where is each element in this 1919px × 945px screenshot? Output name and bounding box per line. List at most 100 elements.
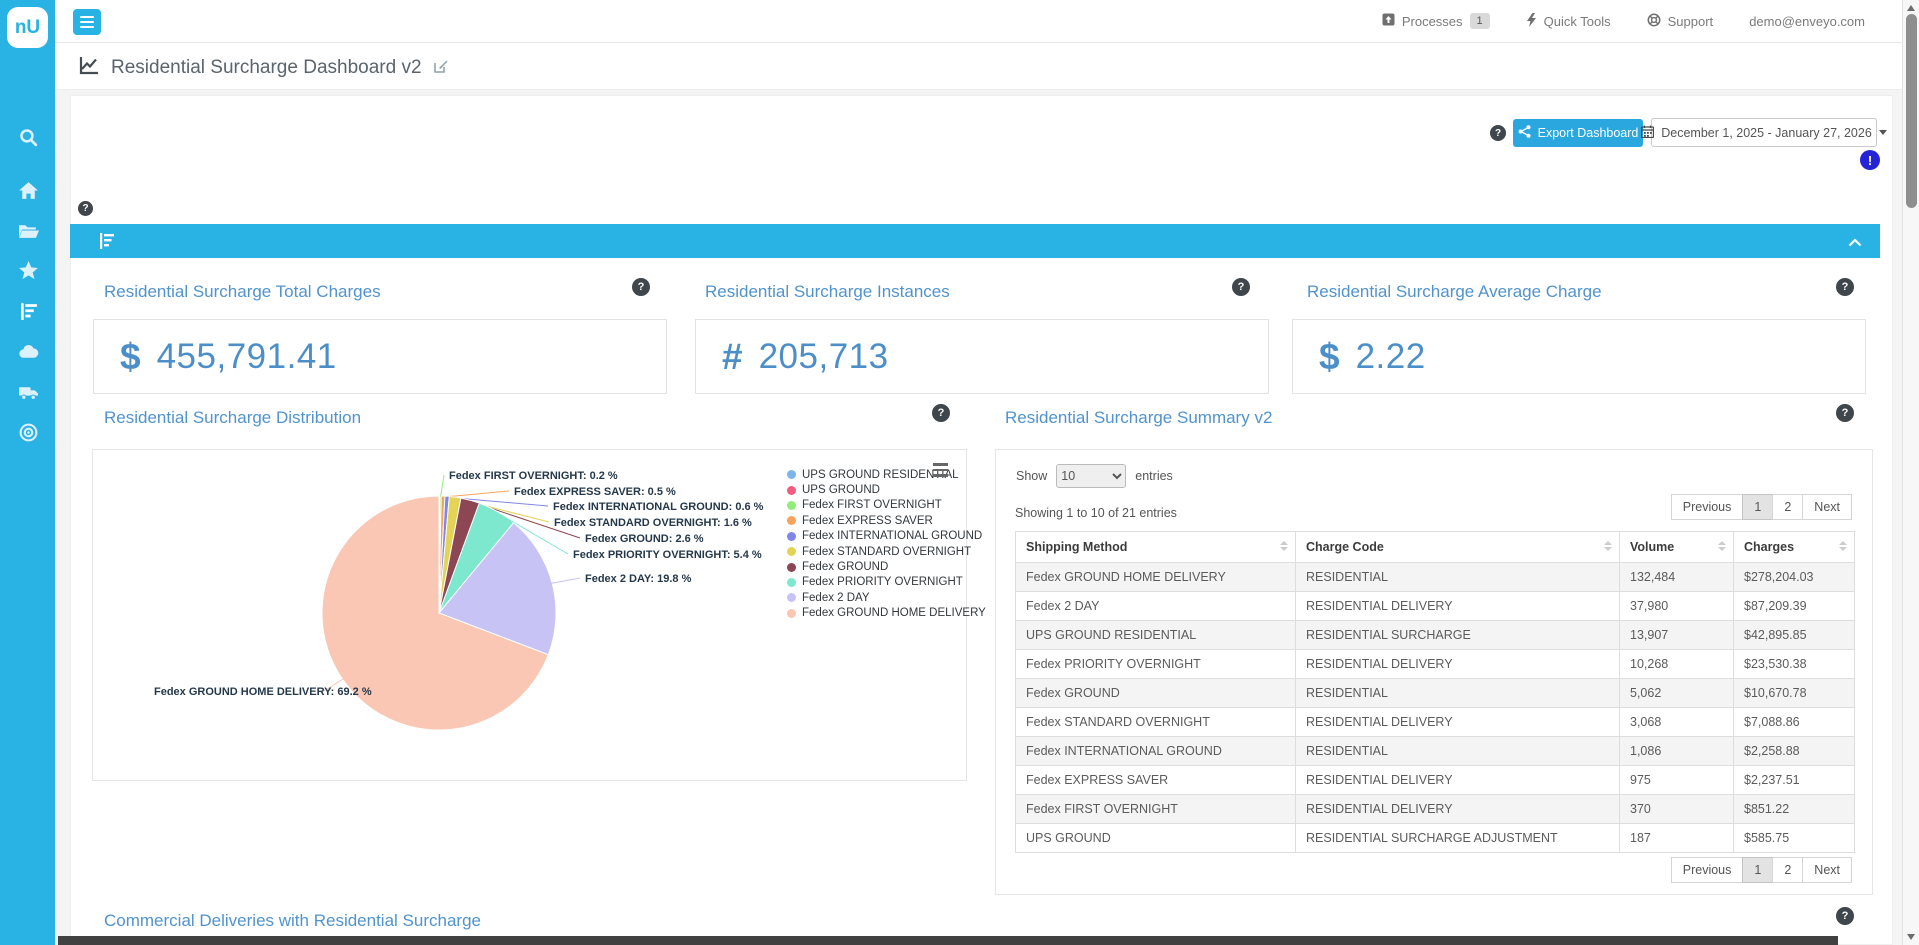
vertical-scrollbar[interactable] <box>1902 0 1919 945</box>
pagination-top: Previous12Next <box>1672 494 1852 520</box>
alert-badge[interactable]: ! <box>1860 150 1880 170</box>
chevron-up-icon[interactable] <box>1848 234 1862 252</box>
legend-item[interactable]: Fedex GROUND <box>787 559 986 574</box>
table-cell: Fedex GROUND <box>1016 679 1296 708</box>
table-cell: 975 <box>1620 766 1734 795</box>
pagination-page-button[interactable]: 1 <box>1742 857 1773 883</box>
pagination-next-button[interactable]: Next <box>1802 494 1852 520</box>
pagination-page-button[interactable]: 2 <box>1772 857 1803 883</box>
table-cell: Fedex FIRST OVERNIGHT <box>1016 795 1296 824</box>
processes-badge: 1 <box>1470 13 1490 29</box>
user-email[interactable]: demo@enveyo.com <box>1749 14 1865 29</box>
legend-label: Fedex GROUND HOME DELIVERY <box>802 607 986 619</box>
kpi-help-icon[interactable]: ? <box>632 278 650 296</box>
page-size-select[interactable]: 10 <box>1056 464 1126 488</box>
sidebar-toggle-button[interactable] <box>73 9 101 35</box>
pagination-previous-button[interactable]: Previous <box>1671 494 1744 520</box>
summary-table: Shipping MethodCharge CodeVolumeChargesF… <box>1015 531 1855 853</box>
processes-menu[interactable]: Processes 1 <box>1382 13 1490 29</box>
edit-icon[interactable] <box>434 59 448 78</box>
table-cell: 10,268 <box>1620 650 1734 679</box>
legend-bullet-icon <box>787 593 796 602</box>
table-row[interactable]: Fedex INTERNATIONAL GROUNDRESIDENTIAL1,0… <box>1016 737 1855 766</box>
legend-bullet-icon <box>787 547 796 556</box>
column-header[interactable]: Volume <box>1620 532 1734 563</box>
table-cell: Fedex GROUND HOME DELIVERY <box>1016 563 1296 592</box>
legend-bullet-icon <box>787 609 796 618</box>
quick-tools-menu[interactable]: Quick Tools <box>1526 13 1611 30</box>
pie-data-label: Fedex GROUND HOME DELIVERY: 69.2 % <box>154 686 372 698</box>
legend-item[interactable]: Fedex PRIORITY OVERNIGHT <box>787 575 986 590</box>
table-row[interactable]: Fedex PRIORITY OVERNIGHTRESIDENTIAL DELI… <box>1016 650 1855 679</box>
table-row[interactable]: UPS GROUNDRESIDENTIAL SURCHARGE ADJUSTME… <box>1016 824 1855 853</box>
chart-legend: UPS GROUND RESIDENTIALUPS GROUNDFedex FI… <box>787 467 986 621</box>
star-icon[interactable] <box>17 259 39 281</box>
pie-label-connector <box>441 475 445 497</box>
table-row[interactable]: Fedex 2 DAYRESIDENTIAL DELIVERY37,980$87… <box>1016 592 1855 621</box>
pagination-next-button[interactable]: Next <box>1802 857 1852 883</box>
kpi-help-icon[interactable]: ? <box>1836 278 1854 296</box>
pagination-page-button[interactable]: 2 <box>1772 494 1803 520</box>
legend-item[interactable]: Fedex INTERNATIONAL GROUND <box>787 529 986 544</box>
bottom-section-help-icon[interactable]: ? <box>1836 907 1854 925</box>
top-nav: Processes 1 Quick Tools Support demo@env… <box>1382 0 1865 42</box>
legend-item[interactable]: Fedex EXPRESS SAVER <box>787 513 986 528</box>
table-cell: Fedex INTERNATIONAL GROUND <box>1016 737 1296 766</box>
table-row[interactable]: Fedex EXPRESS SAVERRESIDENTIAL DELIVERY9… <box>1016 766 1855 795</box>
legend-label: Fedex STANDARD OVERNIGHT <box>802 546 971 558</box>
date-range-picker[interactable]: December 1, 2025 - January 27, 2026 <box>1651 118 1877 147</box>
cloud-icon[interactable] <box>17 340 39 362</box>
export-dashboard-button[interactable]: Export Dashboard <box>1513 119 1643 147</box>
table-cell: 187 <box>1620 824 1734 853</box>
legend-bullet-icon <box>787 470 796 479</box>
support-menu[interactable]: Support <box>1647 13 1714 30</box>
table-row[interactable]: UPS GROUND RESIDENTIALRESIDENTIAL SURCHA… <box>1016 621 1855 650</box>
table-cell: $278,204.03 <box>1734 563 1855 592</box>
scroll-up-icon[interactable] <box>1907 5 1915 11</box>
legend-item[interactable]: UPS GROUND <box>787 482 986 497</box>
summary-help-icon[interactable]: ? <box>1836 404 1854 422</box>
column-header[interactable]: Charges <box>1734 532 1855 563</box>
legend-bullet-icon <box>787 578 796 587</box>
chart-menu-button[interactable] <box>933 463 948 477</box>
kpi-help-icon[interactable]: ? <box>1232 278 1250 296</box>
legend-item[interactable]: Fedex FIRST OVERNIGHT <box>787 498 986 513</box>
table-row[interactable]: Fedex FIRST OVERNIGHTRESIDENTIAL DELIVER… <box>1016 795 1855 824</box>
legend-item[interactable]: Fedex STANDARD OVERNIGHT <box>787 544 986 559</box>
pagination-previous-button[interactable]: Previous <box>1671 857 1744 883</box>
pagination-page-button[interactable]: 1 <box>1742 494 1773 520</box>
truck-icon[interactable] <box>17 381 39 403</box>
dashboard-help-icon[interactable]: ? <box>1490 125 1506 141</box>
kpi-value: 455,791.41 <box>157 337 337 377</box>
bottom-section-title: Commercial Deliveries with Residential S… <box>104 911 481 931</box>
column-header[interactable]: Shipping Method <box>1016 532 1296 563</box>
pie-data-label: Fedex STANDARD OVERNIGHT: 1.6 % <box>554 517 752 529</box>
table-row[interactable]: Fedex GROUND HOME DELIVERYRESIDENTIAL132… <box>1016 563 1855 592</box>
column-header[interactable]: Charge Code <box>1296 532 1620 563</box>
scroll-down-icon[interactable] <box>1907 934 1915 940</box>
distribution-chart: Fedex FIRST OVERNIGHT: 0.2 %Fedex EXPRES… <box>92 449 967 781</box>
legend-item[interactable]: UPS GROUND RESIDENTIAL <box>787 467 986 482</box>
legend-bullet-icon <box>787 501 796 510</box>
search-icon[interactable] <box>17 126 39 148</box>
date-range-value: December 1, 2025 - January 27, 2026 <box>1661 126 1872 140</box>
vertical-scroll-thumb[interactable] <box>1906 14 1917 208</box>
table-row[interactable]: Fedex STANDARD OVERNIGHTRESIDENTIAL DELI… <box>1016 708 1855 737</box>
bullseye-icon[interactable] <box>17 421 39 443</box>
table-cell: RESIDENTIAL <box>1296 737 1620 766</box>
table-row[interactable]: Fedex GROUNDRESIDENTIAL5,062$10,670.78 <box>1016 679 1855 708</box>
bar-chart-icon[interactable] <box>17 300 39 322</box>
legend-item[interactable]: Fedex 2 DAY <box>787 590 986 605</box>
table-cell: 370 <box>1620 795 1734 824</box>
panel-help-icon[interactable]: ? <box>78 201 93 216</box>
table-cell: UPS GROUND <box>1016 824 1296 853</box>
folder-open-icon[interactable] <box>17 219 39 241</box>
app-logo[interactable]: nU <box>7 7 48 48</box>
horizontal-scroll-thumb[interactable] <box>58 936 1838 945</box>
dollar-icon: $ <box>1319 336 1340 378</box>
table-cell: Fedex 2 DAY <box>1016 592 1296 621</box>
pie-label-connector <box>443 491 509 497</box>
home-icon[interactable] <box>17 179 39 201</box>
distribution-help-icon[interactable]: ? <box>932 404 950 422</box>
legend-item[interactable]: Fedex GROUND HOME DELIVERY <box>787 606 986 621</box>
